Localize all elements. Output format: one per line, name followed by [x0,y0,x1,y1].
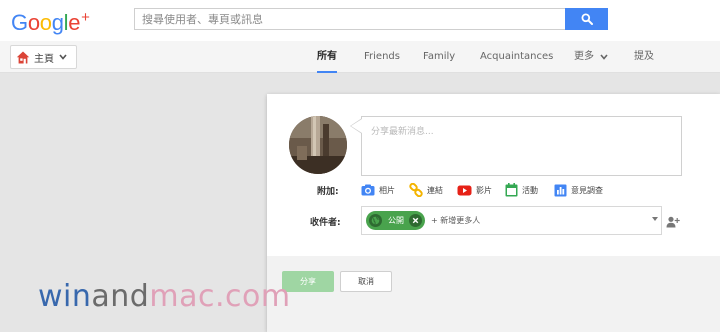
attach-event-label: 活動 [522,185,538,195]
caret-down-icon[interactable] [652,217,658,221]
recipients-field[interactable]: 公開 + 新增更多人 [361,206,662,235]
tab-label: 提及 [634,51,654,62]
watermark-part: and [91,279,150,314]
chevron-down-icon [59,54,67,60]
stream-nav-bar: 主頁 所有 Friends Family Acquaintances 更多 提及 [0,41,720,73]
home-label: 主頁 [34,53,54,65]
recipients-label: 收件者: [310,218,341,228]
public-chip[interactable]: 公開 [366,211,425,230]
attach-link-label: 連結 [427,185,443,195]
watermark-part: mac.com [149,279,291,314]
tab-label: Acquaintances [480,51,554,62]
search-icon [581,13,593,25]
watermark: winandmac.com [38,277,291,317]
logo-letter: o [39,10,52,35]
tab-acquaintances[interactable]: Acquaintances [480,41,553,73]
attach-poll-label: 意見調查 [571,185,603,195]
add-more-people[interactable]: + 新增更多人 [431,211,480,230]
cancel-button[interactable]: 取消 [340,271,392,292]
globe-icon [369,214,382,227]
logo-letter: o [27,10,40,35]
add-person-icon[interactable] [666,213,680,232]
poll-icon [554,184,567,196]
tab-more[interactable]: 更多 [574,41,608,73]
logo-letter: G [11,10,28,35]
attach-video-label: 影片 [476,185,492,195]
tab-label: 所有 [317,51,337,62]
attach-poll-button[interactable]: 意見調查 [554,181,603,199]
avatar[interactable] [289,116,347,174]
tab-label: Family [423,51,456,62]
chevron-down-icon [600,54,608,60]
link-icon [409,183,423,197]
logo-letter: e [68,10,81,35]
tab-label: 更多 [574,51,594,62]
camera-icon [361,184,375,196]
tab-family[interactable]: Family [423,41,455,73]
tab-label: Friends [364,51,400,62]
remove-chip-icon[interactable] [409,214,422,227]
video-icon [457,185,472,195]
attach-photo-label: 相片 [379,185,395,195]
home-menu-button[interactable]: 主頁 [10,45,77,69]
public-chip-label: 公開 [388,216,404,225]
attach-event-button[interactable]: 活動 [505,181,538,199]
google-plus-logo[interactable]: Google+ [11,5,90,36]
search-input[interactable] [134,8,565,30]
attach-link-button[interactable]: 連結 [409,181,443,199]
logo-letter: g [51,10,64,35]
attach-photo-button[interactable]: 相片 [361,181,395,199]
attach-label: 附加: [317,187,339,197]
top-bar: Google+ [0,0,720,41]
tab-all[interactable]: 所有 [317,41,337,73]
calendar-icon [505,183,518,197]
home-icon [16,51,30,63]
status-pointer-fill [351,119,362,133]
share-box-footer: 分享 取消 [267,256,720,332]
search-button[interactable] [565,8,608,30]
tab-friends[interactable]: Friends [364,41,400,73]
status-input[interactable] [361,116,682,176]
watermark-part: win [38,279,92,314]
profile-photo [289,116,347,174]
logo-plus: + [81,9,90,26]
share-box: 附加: 相片 連結 影片 活動 [267,94,720,332]
tab-mentions[interactable]: 提及 [634,41,654,73]
attach-video-button[interactable]: 影片 [457,181,492,199]
